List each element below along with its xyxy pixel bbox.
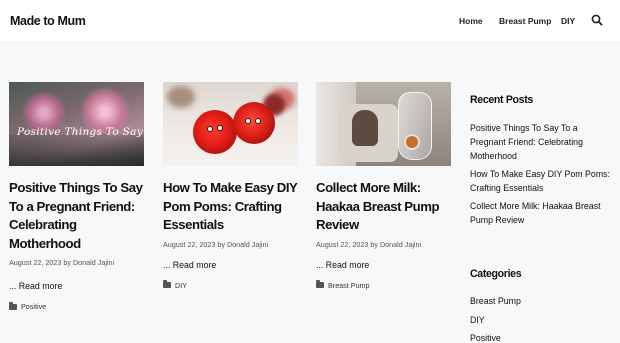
post-meta: August 22, 2023 by Donald Jajini	[163, 240, 299, 249]
post-meta-by: by	[370, 239, 378, 249]
post-thumbnail[interactable]	[163, 82, 298, 166]
post-date: August 22, 2023	[316, 239, 369, 249]
post-title[interactable]: Collect More Milk: Haakaa Breast Pump Re…	[316, 179, 452, 235]
category-link[interactable]: Breast Pump	[328, 281, 370, 290]
post-title[interactable]: How To Make Easy DIY Pom Poms: Crafting …	[163, 179, 299, 235]
read-more-link[interactable]: ... Read more	[163, 260, 299, 270]
category-link[interactable]: DIY	[175, 281, 187, 290]
post-thumbnail[interactable]	[316, 82, 451, 166]
sidebar-category-link[interactable]: Positive	[470, 333, 501, 343]
read-more-link[interactable]: ... Read more	[9, 281, 145, 291]
site-title[interactable]: Made to Mum	[10, 14, 86, 28]
folder-icon	[9, 301, 17, 310]
thumbnail-caption: Positive Things To Say	[17, 126, 143, 138]
sidebar-category-link[interactable]: Breast Pump	[470, 296, 521, 306]
sidebar-category-link[interactable]: DIY	[470, 315, 485, 325]
nav-item-diy[interactable]: DIY	[561, 16, 575, 26]
read-more-link[interactable]: ... Read more	[316, 260, 452, 270]
nav-item-home[interactable]: Home	[459, 16, 483, 26]
folder-icon	[163, 280, 171, 289]
post-meta: August 22, 2023 by Donald Jajini	[9, 258, 145, 267]
recent-posts-title: Recent Posts	[470, 94, 533, 106]
post-date: August 22, 2023	[9, 258, 62, 268]
post-thumbnail[interactable]: Positive Things To Say	[9, 82, 144, 166]
post-card: How To Make Easy DIY Pom Poms: Crafting …	[163, 82, 299, 290]
post-meta-by: by	[63, 258, 71, 268]
post-title[interactable]: Positive Things To Say To a Pregnant Fri…	[9, 179, 145, 253]
post-author[interactable]: Donald Jajini	[227, 240, 268, 249]
post-date: August 22, 2023	[163, 239, 216, 249]
main-content: Positive Things To Say Positive Things T…	[0, 44, 620, 343]
post-author[interactable]: Donald Jajini	[73, 258, 114, 267]
categories-title: Categories	[470, 268, 522, 280]
post-category: DIY	[163, 280, 299, 290]
site-header: Made to Mum Home Breast Pump DIY	[0, 0, 620, 43]
folder-icon	[316, 280, 324, 289]
recent-post-link[interactable]: How To Make Easy DIY Pom Poms: Crafting …	[470, 167, 610, 195]
post-category: Positive	[9, 301, 145, 311]
recent-post-link[interactable]: Collect More Milk: Haakaa Breast Pump Re…	[470, 199, 610, 227]
post-category: Breast Pump	[316, 280, 452, 290]
post-card: Positive Things To Say Positive Things T…	[9, 82, 145, 311]
nav-item-breast-pump[interactable]: Breast Pump	[499, 16, 551, 26]
post-meta: August 22, 2023 by Donald Jajini	[316, 240, 452, 249]
post-meta-by: by	[217, 239, 225, 249]
search-icon[interactable]	[590, 13, 604, 27]
post-card: Collect More Milk: Haakaa Breast Pump Re…	[316, 82, 452, 290]
post-author[interactable]: Donald Jajini	[380, 240, 421, 249]
recent-post-link[interactable]: Positive Things To Say To a Pregnant Fri…	[470, 121, 610, 164]
category-link[interactable]: Positive	[21, 302, 46, 311]
